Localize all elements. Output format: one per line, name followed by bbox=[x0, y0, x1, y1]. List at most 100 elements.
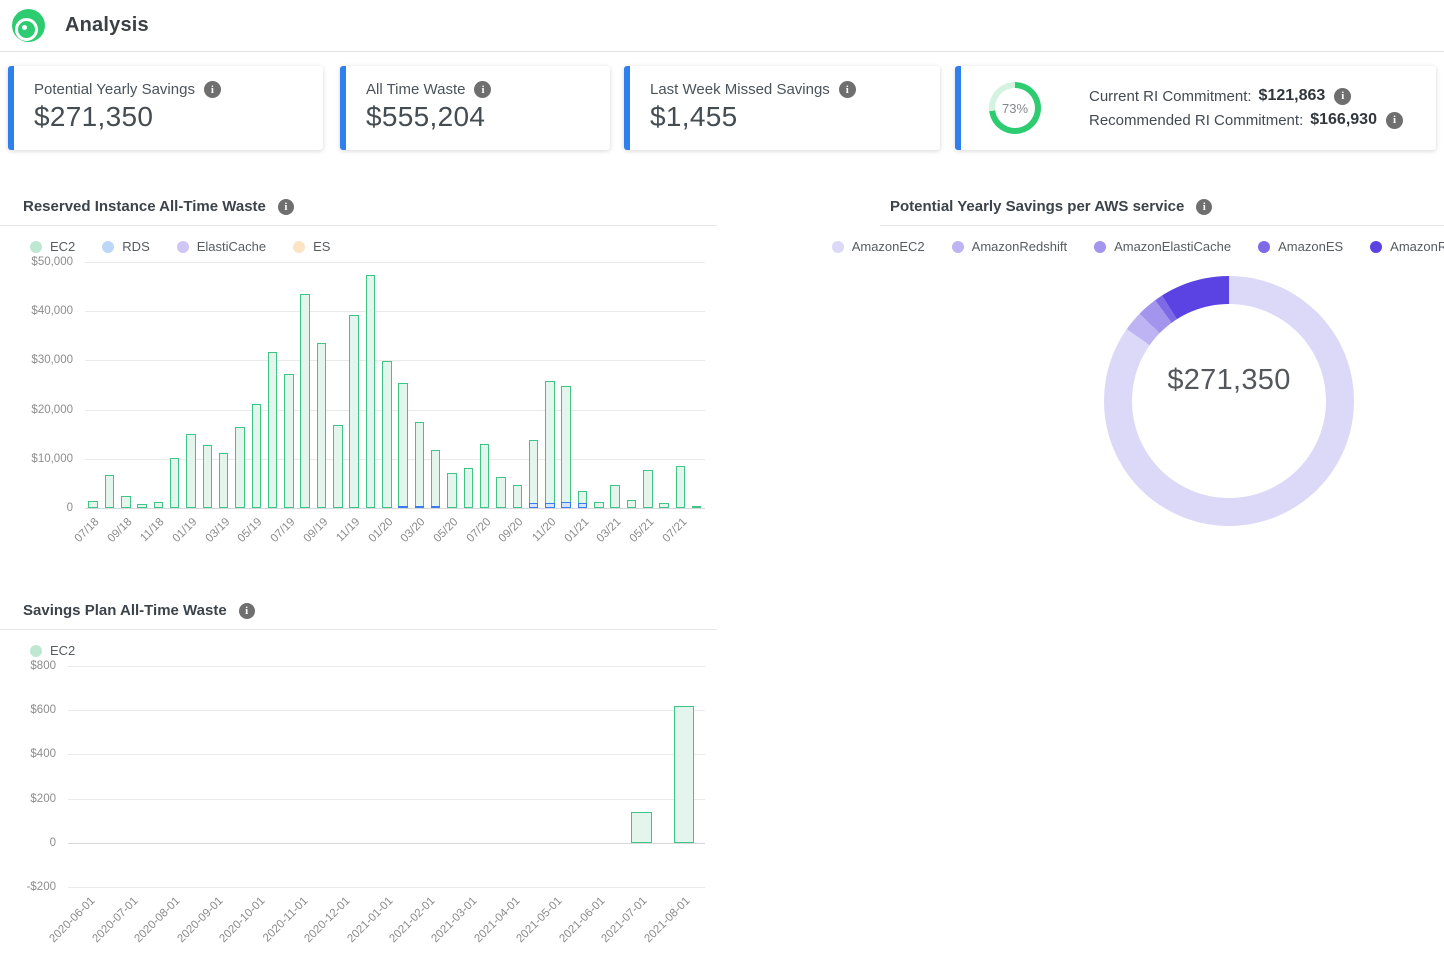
bar-slot bbox=[460, 262, 476, 508]
kpi-card-all-time-waste: All Time Waste $555,204 bbox=[340, 66, 610, 150]
kpi-card-potential-yearly-savings: Potential Yearly Savings $271,350 bbox=[8, 66, 323, 150]
legend-item-AmazonRedshift[interactable]: AmazonRedshift bbox=[952, 239, 1067, 254]
bar-EC2-06/19[interactable] bbox=[268, 352, 277, 508]
bar-EC2-2021-08-01[interactable] bbox=[674, 706, 694, 843]
bar-EC2-07/20[interactable] bbox=[480, 444, 489, 508]
legend-dot-icon bbox=[1094, 241, 1106, 253]
info-icon[interactable] bbox=[1334, 88, 1351, 105]
bar-EC2-09/20[interactable] bbox=[513, 485, 522, 508]
bar-slot bbox=[493, 262, 509, 508]
bar-EC2-01/19[interactable] bbox=[186, 434, 195, 508]
y-axis-tick: 0 bbox=[67, 502, 73, 514]
current-ri-commitment-row: Current RI Commitment: $121,863 bbox=[1089, 87, 1403, 105]
bar-slot bbox=[408, 666, 450, 843]
legend-label: EC2 bbox=[50, 239, 75, 254]
y-axis-tick: 0 bbox=[50, 837, 56, 849]
bar-EC2-01/20[interactable] bbox=[382, 361, 391, 508]
info-icon[interactable] bbox=[474, 81, 491, 98]
bar-slot bbox=[672, 262, 688, 508]
info-icon[interactable] bbox=[204, 81, 221, 98]
bar-EC2-08/20[interactable] bbox=[496, 477, 505, 508]
bar-slot bbox=[238, 666, 280, 843]
bar-slot bbox=[623, 262, 639, 508]
legend-dot-icon bbox=[293, 241, 305, 253]
bar-slot bbox=[656, 262, 672, 508]
bar-EC2-2021-07-01[interactable] bbox=[631, 812, 651, 843]
bar-EC2-08/18[interactable] bbox=[105, 475, 114, 508]
legend-dot-icon bbox=[952, 241, 964, 253]
bar-EC2-05/19[interactable] bbox=[252, 404, 261, 508]
bar-EC2-05/20[interactable] bbox=[447, 473, 456, 508]
x-axis-tick: 05/19 bbox=[236, 516, 265, 545]
kpi-label: Potential Yearly Savings bbox=[34, 81, 195, 98]
ri-waste-legend: EC2 RDS ElastiCache ES bbox=[0, 226, 717, 262]
savings-per-service-donut[interactable]: $271,350 bbox=[1104, 276, 1354, 526]
x-axis-tick: 09/20 bbox=[497, 516, 526, 545]
bar-EC2-11/20[interactable] bbox=[545, 381, 554, 504]
bar-EC2-05/21[interactable] bbox=[643, 470, 652, 508]
legend-item-AmazonES[interactable]: AmazonES bbox=[1258, 239, 1343, 254]
bar-EC2-04/19[interactable] bbox=[235, 427, 244, 508]
info-icon[interactable] bbox=[1196, 199, 1212, 215]
legend-item-ElastiCache[interactable]: ElastiCache bbox=[177, 239, 266, 254]
savings-plan-waste-panel: Savings Plan All-Time Waste EC2 $800$600… bbox=[0, 602, 717, 965]
bar-slot bbox=[167, 262, 183, 508]
ri-utilization-gauge: 73% bbox=[989, 82, 1041, 134]
bar-slot bbox=[574, 262, 590, 508]
bar-EC2-10/20[interactable] bbox=[529, 440, 538, 504]
bar-slot bbox=[323, 666, 365, 843]
bar-EC2-04/21[interactable] bbox=[627, 500, 636, 508]
bar-EC2-09/18[interactable] bbox=[121, 496, 130, 508]
legend-label: ES bbox=[313, 239, 330, 254]
ri-waste-bar-chart: $50,000$40,000$30,000$20,000$10,000007/1… bbox=[0, 262, 717, 572]
bar-slot bbox=[493, 666, 535, 843]
bar-slot bbox=[150, 262, 166, 508]
info-icon[interactable] bbox=[278, 199, 294, 215]
legend-item-AmazonRDS[interactable]: AmazonRDS bbox=[1370, 239, 1444, 254]
legend-label: AmazonRedshift bbox=[972, 239, 1067, 254]
bar-EC2-03/21[interactable] bbox=[610, 485, 619, 508]
bar-EC2-03/19[interactable] bbox=[219, 453, 228, 508]
info-icon[interactable] bbox=[239, 603, 255, 619]
kpi-label: All Time Waste bbox=[366, 81, 465, 98]
x-axis-tick: 2021-08-01 bbox=[642, 895, 692, 945]
bar-EC2-02/19[interactable] bbox=[203, 445, 212, 508]
legend-item-EC2[interactable]: EC2 bbox=[30, 643, 75, 658]
y-axis-tick: -$200 bbox=[27, 881, 56, 893]
legend-dot-icon bbox=[30, 645, 42, 657]
bar-EC2-07/18[interactable] bbox=[88, 501, 97, 508]
legend-item-RDS[interactable]: RDS bbox=[102, 239, 149, 254]
legend-item-AmazonEC2[interactable]: AmazonEC2 bbox=[832, 239, 925, 254]
bar-EC2-06/20[interactable] bbox=[464, 468, 473, 508]
bar-EC2-12/20[interactable] bbox=[561, 386, 570, 503]
bar-EC2-10/19[interactable] bbox=[333, 425, 342, 508]
bar-slot bbox=[101, 262, 117, 508]
legend-label: AmazonES bbox=[1278, 239, 1343, 254]
legend-item-ES[interactable]: ES bbox=[293, 239, 330, 254]
bar-EC2-08/19[interactable] bbox=[300, 294, 309, 508]
bar-EC2-07/19[interactable] bbox=[284, 374, 293, 508]
x-axis-tick: 03/20 bbox=[399, 516, 428, 545]
y-axis-tick: $30,000 bbox=[31, 354, 73, 366]
sp-waste-legend: EC2 bbox=[0, 630, 717, 666]
legend-item-AmazonElastiCache[interactable]: AmazonElastiCache bbox=[1094, 239, 1231, 254]
info-icon[interactable] bbox=[839, 81, 856, 98]
bar-EC2-03/20[interactable] bbox=[415, 422, 424, 507]
bar-slot bbox=[346, 262, 362, 508]
bar-EC2-07/21[interactable] bbox=[676, 466, 685, 508]
legend-label: RDS bbox=[122, 239, 149, 254]
info-icon[interactable] bbox=[1386, 112, 1403, 129]
bar-EC2-12/19[interactable] bbox=[366, 275, 375, 508]
y-axis-tick: $400 bbox=[30, 748, 56, 760]
legend-item-EC2[interactable]: EC2 bbox=[30, 239, 75, 254]
bar-EC2-09/19[interactable] bbox=[317, 343, 326, 508]
bar-slot bbox=[444, 262, 460, 508]
ri-row-label: Current RI Commitment: bbox=[1089, 88, 1252, 105]
bar-EC2-11/19[interactable] bbox=[349, 315, 358, 508]
savings-per-service-legend: AmazonEC2AmazonRedshiftAmazonElastiCache… bbox=[880, 226, 1444, 262]
legend-label: AmazonRDS bbox=[1390, 239, 1444, 254]
x-axis-tick: 07/21 bbox=[660, 516, 689, 545]
bar-EC2-02/20[interactable] bbox=[398, 383, 407, 507]
bar-EC2-12/18[interactable] bbox=[170, 458, 179, 508]
bar-EC2-04/20[interactable] bbox=[431, 450, 440, 507]
